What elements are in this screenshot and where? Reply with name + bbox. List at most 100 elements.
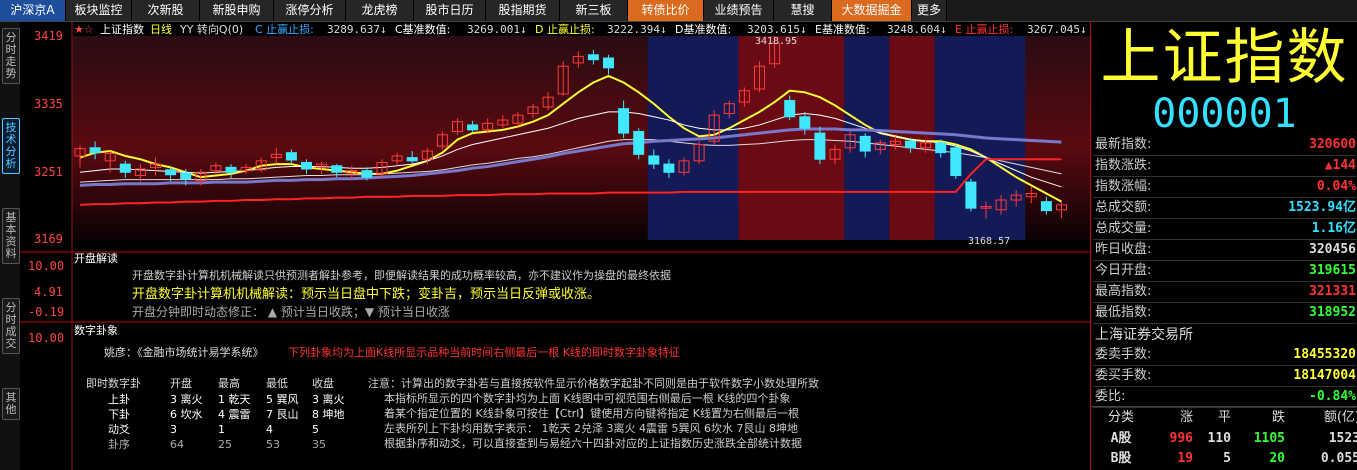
quote-label: 今日开盘: bbox=[1095, 263, 1152, 278]
breadth-header: 额(亿) bbox=[1323, 410, 1357, 425]
gua-table-header: 收盘 bbox=[312, 376, 334, 390]
breadth-cell: 110 bbox=[1207, 431, 1231, 446]
quote-value: 18147004 bbox=[1293, 368, 1356, 383]
top-tab[interactable]: 新三板 bbox=[560, 0, 628, 21]
quote-label: 指数涨跌: bbox=[1095, 158, 1152, 173]
gua-table: 即时数字卦 开盘 最高 最低 收盘上卦 3 离火 1 乾天 5 巽风 3 离火下卦 6 坎水 4 震… bbox=[86, 376, 345, 451]
candle-body bbox=[633, 130, 645, 155]
candle-body bbox=[361, 170, 373, 178]
gua-table-header: 最低 bbox=[266, 377, 288, 390]
top-tab[interactable]: 新股申购 bbox=[200, 0, 274, 21]
gua-table-header: 即时数字卦 bbox=[86, 376, 141, 390]
divination-revision: 开盘分钟即时动态修正： ▲ 预计当日收跌；▼ 预计当日收涨 bbox=[132, 304, 450, 319]
top-tab[interactable]: 更多 bbox=[912, 0, 947, 21]
quote-value: 1.16亿 bbox=[1311, 221, 1356, 236]
top-tab[interactable]: 涨停分析 bbox=[274, 0, 346, 21]
top-tab[interactable]: 股市日历 bbox=[414, 0, 486, 21]
candle-body bbox=[406, 157, 418, 162]
kline-chart[interactable]: 3419 3335 3251 3169 3418.95 3168.57 ★☆ 上… bbox=[20, 22, 1090, 470]
breadth-cell: 996 bbox=[1169, 431, 1193, 446]
quote-value: 318952 bbox=[1309, 305, 1356, 320]
top-tab[interactable]: 慧搜 bbox=[774, 0, 832, 21]
quote-value: 0.04% bbox=[1316, 179, 1356, 194]
index-name: 上证指数 bbox=[1100, 23, 1349, 93]
quote-value: 320456 bbox=[1309, 242, 1356, 257]
top-tab[interactable]: 转债比价 bbox=[628, 0, 704, 21]
top-tab[interactable]: 次新股 bbox=[132, 0, 200, 21]
chart-name: 上证指数 bbox=[100, 22, 144, 36]
breadth-separator bbox=[1091, 406, 1357, 407]
candle-body bbox=[784, 99, 796, 118]
left-tab[interactable]: 基本资料 bbox=[2, 208, 20, 264]
top-tab[interactable]: 股指期货 bbox=[486, 0, 560, 21]
candle-body bbox=[1040, 201, 1052, 212]
candle-body bbox=[618, 108, 630, 134]
candle-body bbox=[301, 161, 312, 170]
candle-body bbox=[285, 152, 297, 161]
left-tab[interactable]: 分时成交 bbox=[2, 298, 20, 354]
indicator-tick: 10.00 bbox=[28, 259, 64, 273]
gua-table-cell: 8 坤地 bbox=[312, 407, 345, 421]
candle-body bbox=[89, 147, 101, 154]
gua-table-cell: 25 bbox=[218, 438, 232, 451]
candle-body bbox=[603, 57, 614, 69]
top-tab[interactable]: 龙虎榜 bbox=[346, 0, 414, 21]
candle-body bbox=[648, 155, 660, 165]
index-code: 000001 bbox=[1152, 91, 1297, 137]
indicator-tick: -0.19 bbox=[28, 305, 64, 319]
quote-value: 319615 bbox=[1309, 263, 1356, 278]
quote-row: 总成交量: 1.16亿 bbox=[1093, 218, 1356, 240]
candle-body bbox=[965, 181, 977, 209]
divination-disclaimer: 开盘数字卦计算机机械解读只供预测者解卦参考，即便解读结果的成功概率较高，亦不建议… bbox=[132, 268, 671, 282]
gua-table-cell: 5 巽风 bbox=[266, 393, 299, 406]
header-label: C基准数值: bbox=[395, 23, 450, 36]
left-tab[interactable]: 其他 bbox=[2, 388, 20, 420]
gua-title: 数字卦象 bbox=[74, 323, 118, 337]
gua-table-cell: 53 bbox=[266, 438, 280, 451]
gua-table-header: 最高 bbox=[218, 376, 240, 390]
candle-body bbox=[331, 165, 343, 173]
top-tab[interactable]: 板块监控 bbox=[66, 0, 132, 21]
quote-row: 最新指数: 320600 bbox=[1093, 134, 1356, 156]
quote-label: 最新指数: bbox=[1095, 137, 1152, 152]
breadth-header: 跌 bbox=[1271, 410, 1285, 425]
header-value: 3222.394↓ bbox=[607, 23, 667, 36]
gua-table-cell: 下卦 bbox=[108, 407, 130, 421]
header-label: C 止赢止损: bbox=[255, 22, 314, 36]
candle-body bbox=[587, 54, 599, 61]
quote-value: -0.84% bbox=[1309, 389, 1356, 404]
quote-panel: 上证指数 000001 最新指数: 320600 指数涨跌: ▲144 指数涨幅: 0.0… bbox=[1090, 22, 1357, 470]
header-flag-icon: ★☆ bbox=[74, 23, 94, 36]
header-label: E 止赢止损: bbox=[955, 22, 1013, 36]
quote-value: 1523.94亿 bbox=[1288, 200, 1356, 215]
top-tab[interactable]: 业绩预告 bbox=[704, 0, 774, 21]
quote-row: 指数涨跌: ▲144 bbox=[1093, 155, 1356, 177]
gua-note-line: 着某个指定位置的 K线卦象可按住【Ctrl】键使用方向键将指定 K线置为右侧最后… bbox=[384, 406, 799, 420]
gua-table-cell: 6 坎水 bbox=[170, 408, 203, 421]
top-tab[interactable]: 沪深京A bbox=[0, 0, 66, 21]
low-annotation: 3168.57 bbox=[968, 236, 1010, 247]
quote-label: 委比: bbox=[1095, 389, 1126, 404]
gua-table-cell: 64 bbox=[170, 438, 184, 451]
breadth-cell: 20 bbox=[1269, 451, 1285, 466]
gua-source-note: 下列卦象均为上面K线所显示品种当前时间右侧最后一根 K线的即时数字卦象特征 bbox=[288, 345, 680, 359]
price-axis: 3419 3335 3251 3169 bbox=[34, 29, 63, 246]
candle-body bbox=[119, 163, 131, 173]
left-tab[interactable]: 技术分析 bbox=[2, 118, 20, 174]
gua-table-cell: 4 震雷 bbox=[218, 408, 251, 421]
quote-row: 委买手数: 18147004 bbox=[1093, 365, 1356, 387]
candle-body bbox=[814, 132, 826, 160]
high-annotation: 3418.95 bbox=[755, 36, 797, 47]
quote-row: 最高指数: 321331 bbox=[1093, 281, 1356, 303]
quote-label: 昨日收盘: bbox=[1095, 242, 1152, 257]
left-tab[interactable]: 分时走势 bbox=[2, 28, 20, 84]
quote-value: 18455320 bbox=[1293, 347, 1356, 362]
divination-panel: 开盘解读 开盘数字卦计算机机械解读只供预测者解卦参考，即便解读结果的成功概率较高… bbox=[74, 251, 671, 319]
top-tab[interactable]: 大数据掘金 bbox=[832, 0, 912, 21]
left-vertical-tabs: 分时走势技术分析基本资料分时成交其他 bbox=[0, 22, 20, 470]
quote-value: ▲144 bbox=[1324, 158, 1356, 173]
gua-table-cell: 上卦 bbox=[108, 392, 130, 406]
divination-reading: 开盘数字卦计算机机械解读：预示当日盘中下跌；变卦吉，预示当日反弹或收涨。 bbox=[132, 286, 600, 302]
chart-header: ★☆ 上证指数 日线 YY 转向Q(0) C 止赢止损: 3289.637↓ C基准… bbox=[74, 22, 1087, 36]
header-label: E基准数值: bbox=[815, 23, 870, 36]
